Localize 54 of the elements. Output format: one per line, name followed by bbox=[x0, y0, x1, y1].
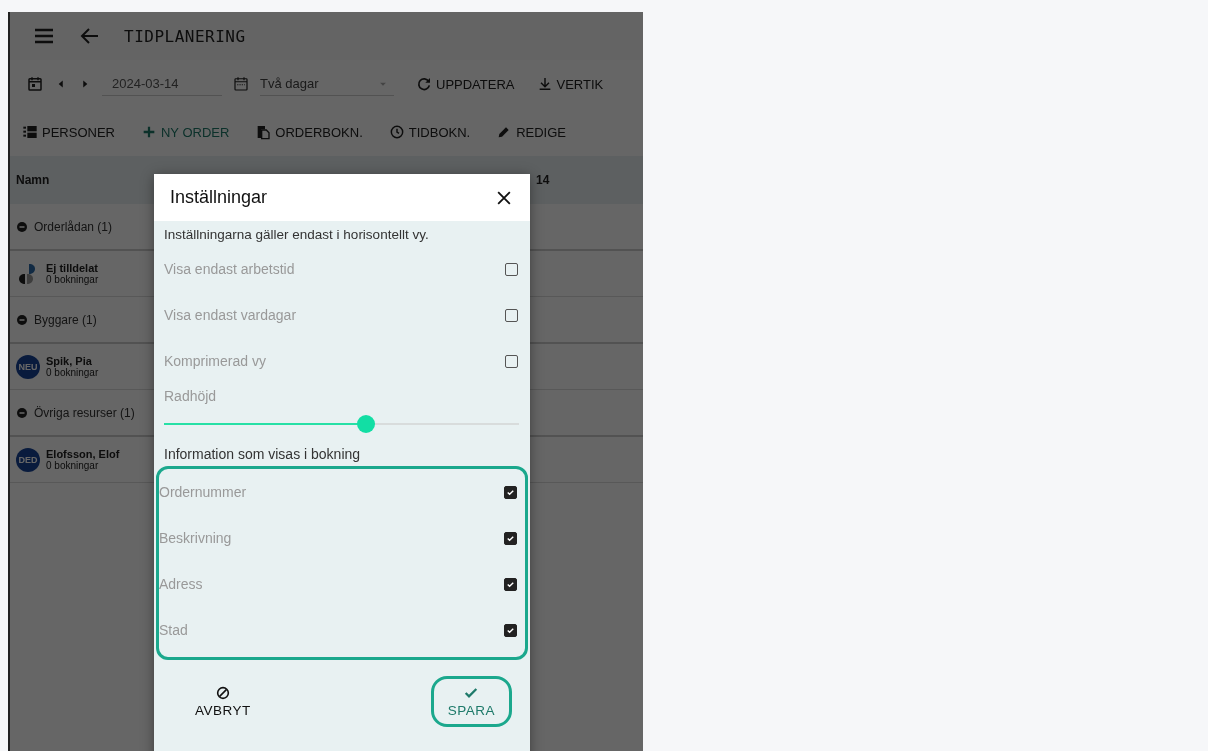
checkbox[interactable] bbox=[504, 577, 517, 591]
group-name: Byggare (1) bbox=[34, 312, 97, 327]
checkbox[interactable] bbox=[505, 262, 518, 276]
checkbox[interactable] bbox=[504, 485, 517, 499]
action-button[interactable]: ORDERBOKN. bbox=[255, 124, 363, 140]
refresh-icon bbox=[416, 76, 432, 92]
refresh-button[interactable]: UPPDATERA bbox=[416, 76, 515, 92]
resource-name: Spik, Pia bbox=[46, 355, 92, 367]
option-label: Ordernummer bbox=[159, 484, 247, 500]
option-label: Visa endast vardagar bbox=[164, 307, 297, 323]
option-label: Adress bbox=[159, 576, 203, 592]
slider-thumb[interactable] bbox=[357, 415, 376, 433]
option-label: Beskrivning bbox=[159, 530, 232, 546]
minus-circle-icon[interactable] bbox=[16, 313, 28, 326]
checkbox[interactable] bbox=[504, 623, 517, 637]
resource-name: Ej tilldelat bbox=[46, 262, 99, 274]
checkbox[interactable] bbox=[505, 308, 518, 322]
ban-icon bbox=[214, 685, 231, 701]
action-button[interactable]: TIDBOKN. bbox=[388, 124, 471, 140]
info-text: Inställningarna gäller endast i horisontellt vy. bbox=[164, 227, 430, 242]
download-button[interactable]: VERTIK bbox=[536, 76, 604, 92]
calendar-icon[interactable] bbox=[26, 75, 44, 93]
minus-circle-icon[interactable] bbox=[16, 406, 28, 419]
checkbox[interactable] bbox=[505, 354, 518, 368]
resource-name: Elofsson, Elof bbox=[46, 448, 120, 460]
avatar: NEU bbox=[16, 354, 40, 379]
booking-count: 0 bokningar bbox=[46, 274, 99, 285]
save-button[interactable]: SPARA bbox=[430, 676, 512, 727]
column-header: Namn bbox=[15, 173, 51, 187]
column-header: 14 bbox=[536, 173, 550, 187]
paste-icon bbox=[255, 124, 272, 140]
checkbox[interactable] bbox=[504, 531, 517, 545]
booking-count: 0 bokningar bbox=[46, 460, 100, 471]
avatar: DED bbox=[16, 447, 40, 472]
date-field[interactable]: 2024-03-14 bbox=[102, 72, 222, 96]
list-icon bbox=[22, 124, 38, 140]
booking-count: 0 bokningar bbox=[46, 367, 99, 378]
group-name: Övriga resurser (1) bbox=[34, 405, 135, 420]
cancel-button[interactable]: AVBRYT bbox=[178, 676, 268, 727]
minus-circle-icon[interactable] bbox=[16, 220, 28, 233]
page-title: TIDPLANERING bbox=[124, 26, 246, 46]
action-button[interactable]: PERSONER bbox=[22, 124, 115, 140]
dialog-title: Inställningar bbox=[170, 187, 268, 208]
view-select[interactable]: Två dagar bbox=[260, 72, 394, 96]
action-button[interactable]: REDIGE bbox=[496, 124, 566, 140]
option-label: Visa endast arbetstid bbox=[164, 261, 295, 277]
action-button[interactable]: NY ORDER bbox=[140, 124, 230, 140]
clock-icon bbox=[388, 124, 405, 140]
group-name: Orderlådan (1) bbox=[34, 219, 113, 234]
option-label: Komprimerad vy bbox=[164, 353, 266, 369]
section-title: Information som visas i bokning bbox=[164, 446, 362, 462]
option-label: Stad bbox=[159, 622, 188, 638]
calendar-icon[interactable] bbox=[232, 75, 250, 93]
slider-label: Radhöjd bbox=[164, 388, 218, 404]
